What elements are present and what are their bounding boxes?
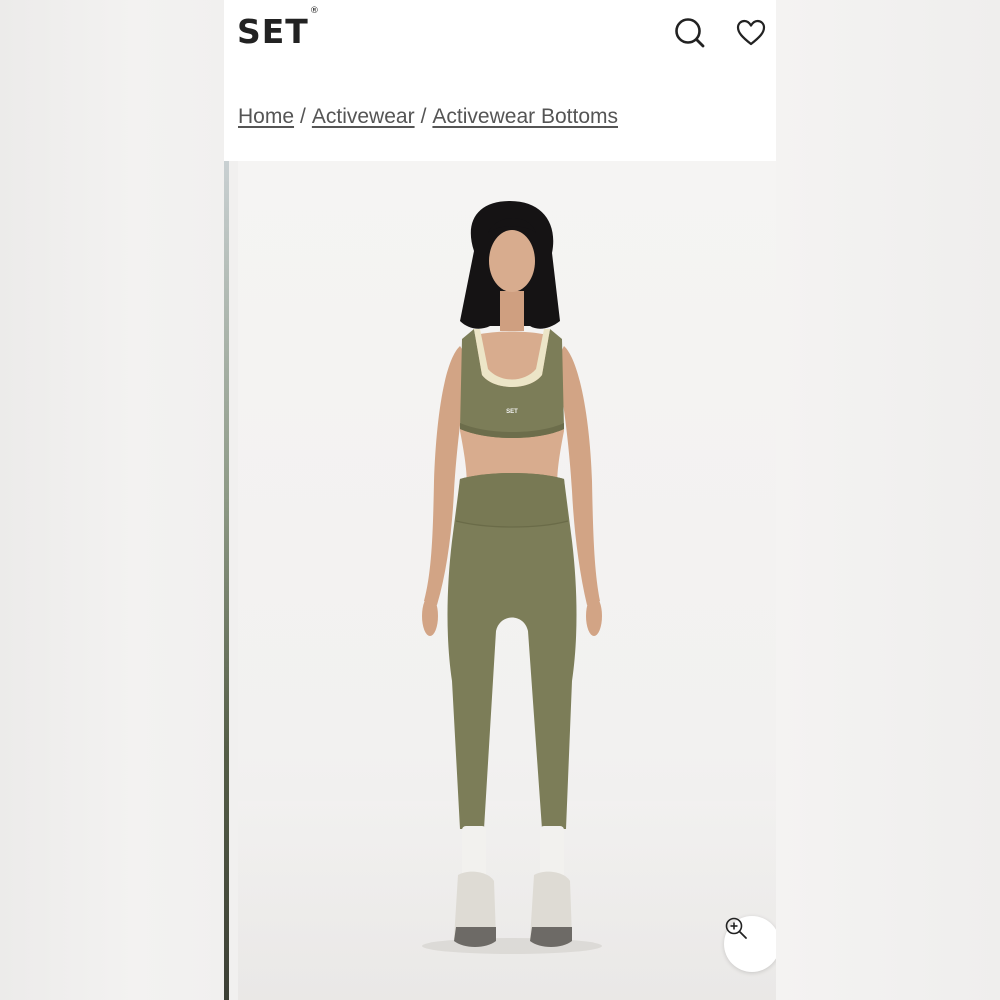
heart-icon <box>736 19 766 46</box>
breadcrumb: Home / Activewear / Activewear Bottoms <box>238 105 618 129</box>
registered-mark: ® <box>309 6 320 16</box>
search-icon <box>675 18 705 48</box>
bra-logo-print: SET <box>506 409 518 415</box>
logo-text: SET <box>237 12 309 51</box>
site-header: SET® <box>224 0 776 70</box>
breadcrumb-separator: / <box>300 105 306 128</box>
search-button[interactable] <box>672 15 708 51</box>
zoom-button[interactable] <box>724 916 776 972</box>
background-left <box>0 0 224 1000</box>
breadcrumb-separator: / <box>420 105 427 128</box>
product-gallery[interactable]: SET <box>224 161 776 1000</box>
product-photo[interactable]: SET <box>238 161 776 1000</box>
breadcrumb-activewear-bottoms[interactable]: Activewear Bottoms <box>432 105 618 128</box>
previous-image-edge <box>224 161 229 1000</box>
breadcrumb-home[interactable]: Home <box>238 105 294 128</box>
zoom-in-icon <box>725 917 747 939</box>
brand-logo[interactable]: SET® <box>237 6 320 51</box>
breadcrumb-activewear[interactable]: Activewear <box>312 105 415 128</box>
background-right <box>776 0 1000 1000</box>
product-page: SET® Home / Activewear / Activewear Bottoms <box>224 0 776 1000</box>
model-figure: SET <box>238 201 776 1000</box>
wishlist-button[interactable] <box>733 15 769 51</box>
